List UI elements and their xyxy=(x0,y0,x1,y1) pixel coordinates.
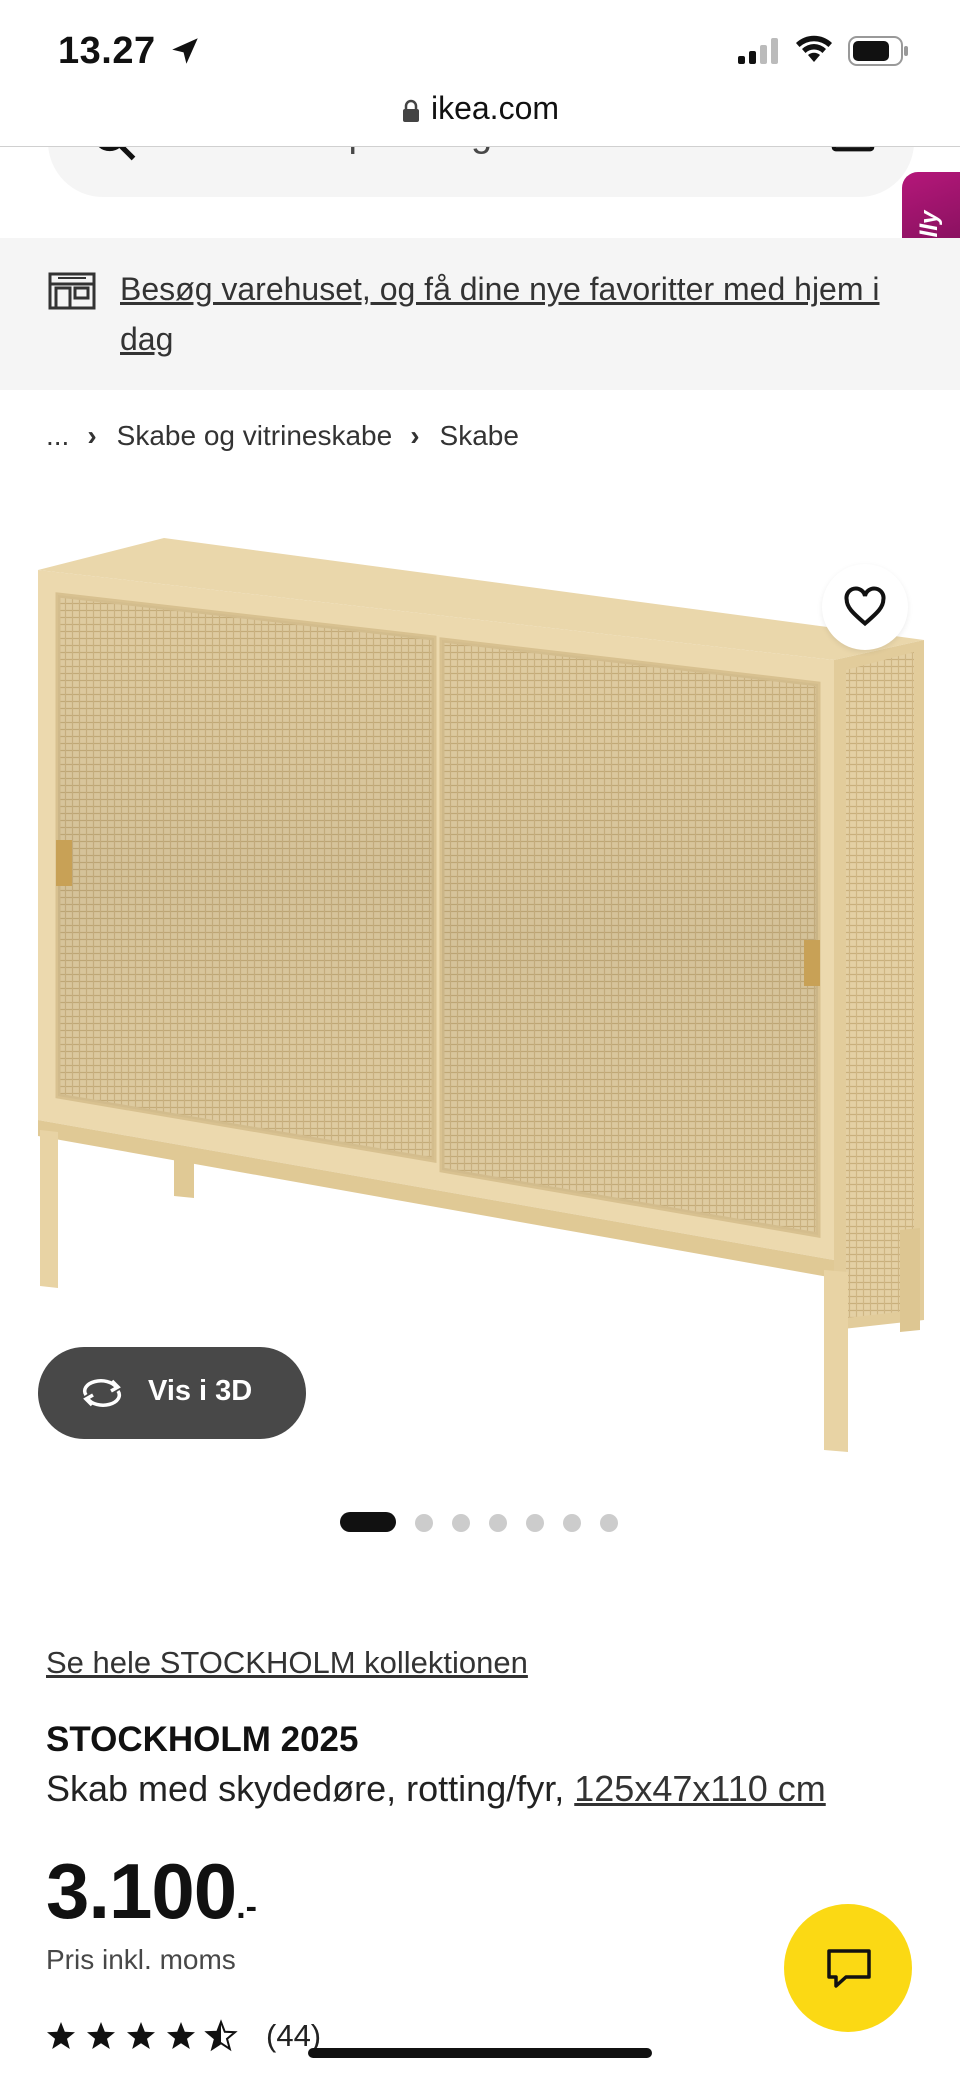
heart-icon xyxy=(844,586,886,627)
camera-search-icon[interactable] xyxy=(830,147,876,155)
carousel-dot[interactable] xyxy=(415,1514,433,1532)
product-name: STOCKHOLM 2025 xyxy=(46,1720,359,1759)
store-banner-link[interactable]: Besøg varehuset, og få dine nye favoritt… xyxy=(120,264,920,364)
carousel-dot[interactable] xyxy=(452,1514,470,1532)
star-icon xyxy=(167,2022,195,2049)
status-time: 13.27 xyxy=(58,30,156,72)
view-in-3d-button[interactable]: Vis i 3D xyxy=(38,1347,306,1439)
rotate-3d-icon xyxy=(82,1379,122,1407)
carousel-dot[interactable] xyxy=(600,1514,618,1532)
search-input[interactable]: Hvad er du på udkig efter? xyxy=(152,147,600,156)
cellular-signal-icon xyxy=(738,38,778,64)
product-description: Skab med skydedøre, rotting/fyr, 125x47x… xyxy=(46,1768,826,1810)
price-suffix: .- xyxy=(236,1888,257,1926)
price-value: 3.100 xyxy=(46,1847,237,1935)
vat-note: Pris inkl. moms xyxy=(46,1944,236,1975)
wifi-icon xyxy=(796,35,832,62)
lock-icon xyxy=(402,99,419,122)
search-bar-container: Hvad er du på udkig efter? xyxy=(48,147,914,199)
favorite-button[interactable] xyxy=(822,564,908,650)
star-icon xyxy=(87,2022,115,2049)
product-image[interactable] xyxy=(34,530,930,1460)
star-icon xyxy=(47,2022,75,2049)
chevron-right-icon: › xyxy=(410,420,420,451)
battery-icon xyxy=(848,36,908,66)
breadcrumb-item-cabinets[interactable]: Skabe xyxy=(440,420,519,451)
store-visit-banner[interactable]: Besøg varehuset, og få dine nye favoritt… xyxy=(0,238,960,390)
store-icon xyxy=(48,272,96,310)
chat-button[interactable] xyxy=(784,1904,912,2032)
product-dimensions-link[interactable]: 125x47x110 cm xyxy=(574,1768,826,1809)
home-indicator[interactable] xyxy=(308,2048,652,2058)
chevron-right-icon: › xyxy=(87,420,97,451)
carousel-dot-active[interactable] xyxy=(340,1512,396,1532)
chat-icon xyxy=(827,1949,871,1988)
carousel-dot[interactable] xyxy=(489,1514,507,1532)
rating-stars[interactable] xyxy=(46,2018,246,2054)
carousel-dot[interactable] xyxy=(526,1514,544,1532)
half-star-icon xyxy=(206,2021,236,2050)
breadcrumb-item-cabinets-vitrines[interactable]: Skabe og vitrineskabe xyxy=(117,420,393,451)
view-in-3d-label: Vis i 3D xyxy=(148,1375,253,1407)
breadcrumb: ... › Skabe og vitrineskabe › Skabe xyxy=(46,420,519,452)
carousel-dot[interactable] xyxy=(563,1514,581,1532)
location-arrow-icon xyxy=(172,38,198,64)
browser-url-bar[interactable]: ikea.com xyxy=(0,82,960,147)
product-description-text: Skab med skydedøre, rotting/fyr, xyxy=(46,1768,565,1809)
collection-link[interactable]: Se hele STOCKHOLM kollektionen xyxy=(46,1645,528,1681)
star-icon xyxy=(127,2022,155,2049)
search-icon xyxy=(98,147,136,161)
product-price: 3.100.- xyxy=(46,1846,257,1937)
breadcrumb-ellipsis[interactable]: ... xyxy=(46,420,69,451)
url-text: ikea.com xyxy=(430,90,560,126)
search-bar[interactable]: Hvad er du på udkig efter? xyxy=(48,147,914,197)
